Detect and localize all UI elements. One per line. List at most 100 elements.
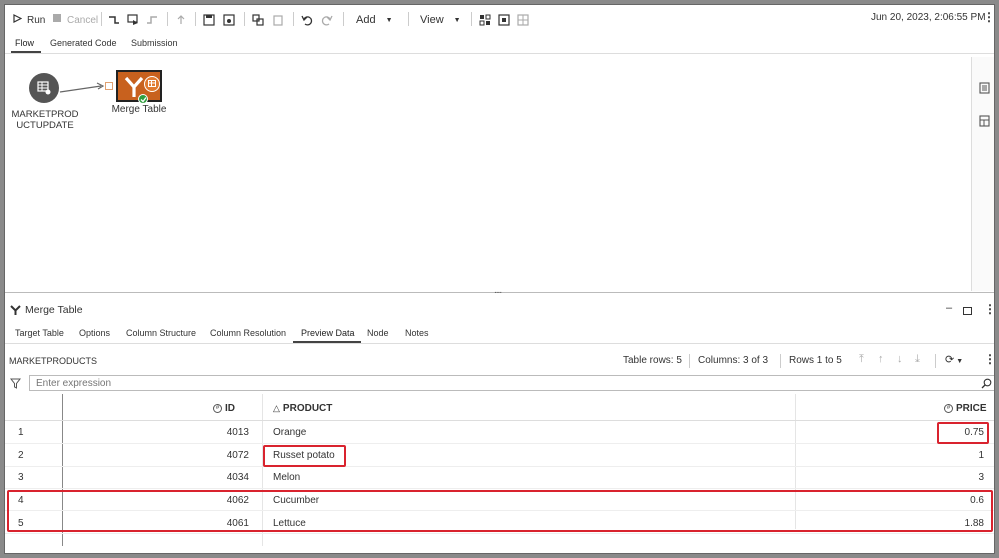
cell-product: Melon [273, 472, 301, 483]
column-header-product[interactable]: △ PRODUCT [273, 403, 332, 414]
column-header-price[interactable]: # PRICE [944, 403, 987, 414]
character-type-icon: △ [273, 403, 280, 413]
copy-icon[interactable] [252, 12, 264, 28]
view-menu-button[interactable]: View ▼ [420, 12, 461, 28]
overview-icon[interactable] [517, 12, 529, 28]
app-window: Run Cancel Add ▼ View ▼ Jun 20, 2023, 2:… [4, 4, 995, 554]
table-row[interactable]: 1 4013 Orange 0.75 [5, 422, 994, 444]
cell-id: 4072 [226, 450, 249, 461]
cell-id: 4013 [226, 427, 249, 438]
caret-down-icon: ▼ [453, 16, 461, 24]
more-options-icon[interactable]: ⋮ [983, 10, 994, 24]
merge-table-node[interactable] [116, 70, 162, 104]
table-row[interactable]: 2 4072 Russet potato 1 [5, 444, 994, 467]
table-rows-count: Table rows: 5 [623, 355, 682, 366]
source-node-label-line2: UCTUPDATE [16, 120, 74, 131]
info-divider [689, 354, 690, 368]
details-title: Merge Table [25, 304, 83, 316]
tab-preview-data[interactable]: Preview Data [301, 328, 355, 338]
last-page-icon[interactable]: ⤓ [915, 353, 920, 366]
paste-icon[interactable] [272, 12, 284, 28]
details-more-icon[interactable]: ⋮ [984, 302, 994, 316]
toolbar-divider [195, 12, 196, 26]
maximize-icon[interactable] [963, 307, 972, 315]
view-label: View [420, 14, 444, 26]
tab-submission[interactable]: Submission [131, 38, 178, 48]
grid-header-row: # ID △ PRODUCT # PRICE [5, 394, 994, 421]
tab-column-resolution[interactable]: Column Resolution [210, 328, 286, 338]
first-page-icon[interactable]: ⤒ [859, 353, 864, 366]
next-page-icon[interactable]: ↓ [897, 353, 903, 365]
tab-column-structure[interactable]: Column Structure [126, 328, 196, 338]
info-divider [935, 354, 936, 368]
numeric-type-icon: # [213, 404, 222, 413]
caret-down-icon: ▼ [385, 16, 393, 24]
layout-icon[interactable] [479, 12, 491, 28]
connect-icon[interactable] [108, 12, 120, 28]
minimize-icon[interactable]: – [946, 302, 952, 314]
fit-icon[interactable] [498, 12, 510, 28]
undo-icon[interactable] [301, 12, 313, 28]
source-table-node[interactable] [29, 73, 59, 103]
merge-node-label: Merge Table [111, 104, 167, 115]
data-grid: # ID △ PRODUCT # PRICE 1 4013 Orange 0.7… [5, 394, 994, 553]
prev-page-icon[interactable]: ↑ [878, 353, 884, 365]
toolbar-divider [471, 12, 472, 26]
toolbar-divider [101, 12, 102, 26]
save-icon[interactable] [203, 12, 215, 28]
row-number: 2 [18, 450, 24, 461]
cancel-label: Cancel [67, 14, 99, 26]
cell-price: 3 [978, 472, 984, 483]
column-header-price-label: PRICE [956, 403, 987, 414]
node-table-icon[interactable] [979, 115, 990, 127]
tab-generated-code[interactable]: Generated Code [50, 38, 117, 48]
run-label: Run [27, 14, 46, 26]
disconnect-icon[interactable] [146, 12, 158, 28]
search-icon[interactable] [981, 378, 992, 389]
run-button[interactable]: Run [11, 12, 45, 28]
table-name: MARKETPRODUCTS [9, 356, 98, 366]
toolbar-divider [293, 12, 294, 26]
rows-range: Rows 1 to 5 [789, 355, 842, 366]
info-divider [780, 354, 781, 368]
row-number: 3 [18, 472, 24, 483]
input-port[interactable] [105, 82, 113, 90]
cell-price: 1 [978, 450, 984, 461]
toolbar-divider [343, 12, 344, 26]
source-node-label: MARKETPROD UCTUPDATE [7, 109, 83, 131]
play-icon [11, 14, 23, 26]
cell-id: 4034 [226, 472, 249, 483]
cancel-button[interactable]: Cancel [51, 12, 98, 28]
tab-notes[interactable]: Notes [405, 328, 429, 338]
toolbar-divider [408, 12, 409, 26]
filter-icon [10, 378, 21, 389]
details-tabs-divider [5, 343, 994, 344]
properties-icon[interactable] [979, 82, 990, 94]
tab-target-table[interactable]: Target Table [15, 328, 64, 338]
cell-product: Orange [273, 427, 307, 438]
run-node-icon[interactable] [127, 12, 139, 28]
column-header-id-label: ID [225, 403, 235, 414]
column-header-product-label: PRODUCT [282, 403, 333, 414]
redo-icon[interactable] [321, 12, 333, 28]
filter-expression-input[interactable] [29, 375, 994, 391]
tab-node[interactable]: Node [367, 328, 389, 338]
tab-options[interactable]: Options [79, 328, 110, 338]
numeric-type-icon: # [944, 404, 953, 413]
timestamp: Jun 20, 2023, 2:06:55 PM [871, 12, 986, 23]
preview-more-icon[interactable]: ⋮ [984, 352, 994, 366]
tab-flow[interactable]: Flow [15, 38, 34, 48]
toolbar-divider [167, 12, 168, 26]
column-header-id[interactable]: # ID [213, 403, 235, 414]
table-row[interactable]: 3 4034 Melon 3 [5, 467, 994, 489]
save-as-icon[interactable] [223, 12, 235, 28]
add-menu-button[interactable]: Add ▼ [356, 12, 393, 28]
splitter-handle[interactable]: .... [494, 285, 502, 296]
add-label: Add [356, 14, 376, 26]
upload-icon[interactable] [175, 12, 187, 28]
toolbar-divider [244, 12, 245, 26]
flow-canvas[interactable]: MARKETPROD UCTUPDATE Merge Table [5, 54, 971, 292]
columns-count: Columns: 3 of 3 [698, 355, 769, 366]
table-badge-icon [144, 76, 160, 92]
refresh-icon[interactable]: ⟳ ▼ [945, 353, 963, 366]
